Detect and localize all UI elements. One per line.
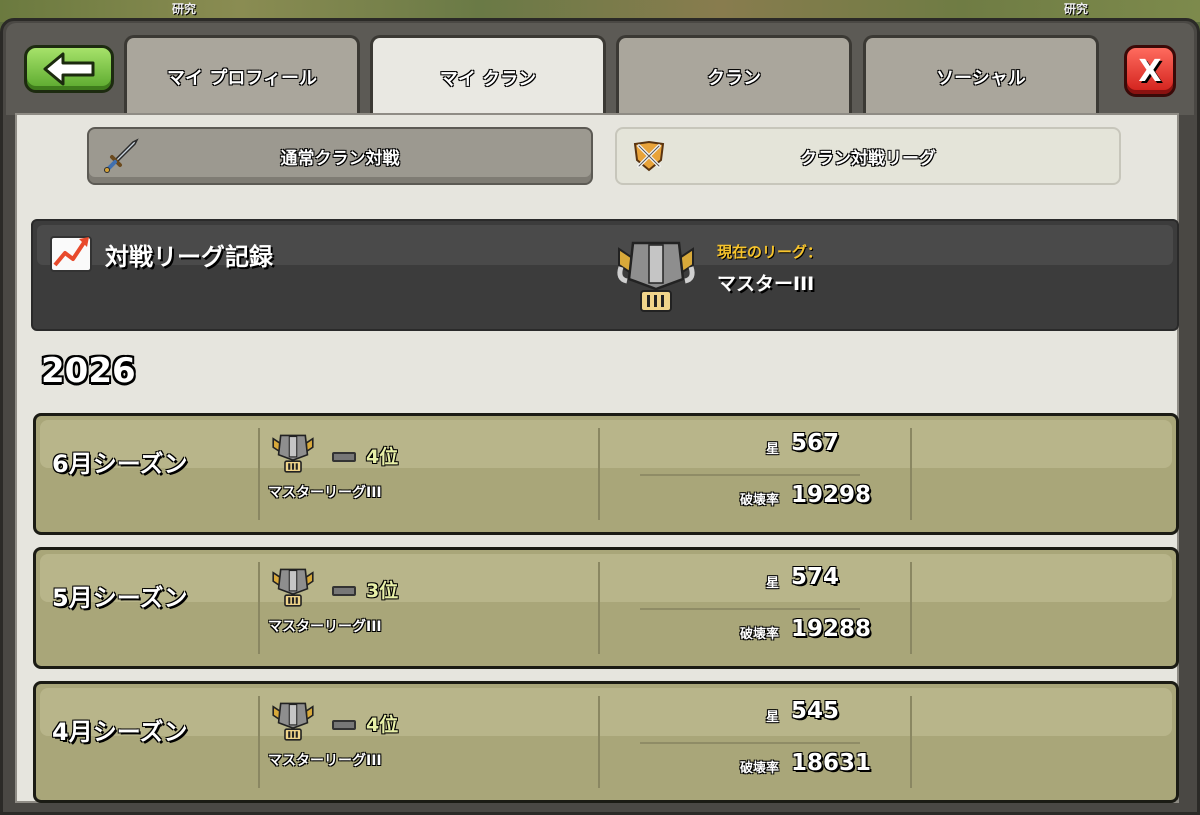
divider	[598, 428, 600, 520]
season-name: 6月シーズン	[52, 450, 188, 478]
year-label: 2026	[41, 351, 136, 391]
rank-change-indicator	[332, 586, 356, 596]
crossed-swords-icon	[633, 140, 665, 172]
master-league-badge-icon	[272, 568, 314, 607]
destruction-label: 破壊率	[740, 627, 780, 642]
season-card: 6月シーズン 4位 マスターリーグIII 星 567 破壊率 19298	[33, 413, 1179, 535]
destruction-value: 19288	[791, 616, 872, 642]
divider	[598, 696, 600, 788]
league-record-title: 対戦リーグ記録	[105, 243, 273, 271]
season-rank: 3位	[366, 580, 399, 602]
stat-divider	[640, 608, 860, 610]
divider	[910, 696, 912, 788]
stars-label: 星	[766, 576, 780, 591]
stars-label: 星	[766, 442, 780, 457]
destruction-label: 破壊率	[740, 761, 780, 776]
season-name: 4月シーズン	[52, 718, 188, 746]
tab-clan[interactable]: クラン	[616, 35, 852, 115]
tab-label: ソーシャル	[936, 67, 1026, 89]
stars-label: 星	[766, 710, 780, 725]
stars-value: 567	[791, 430, 840, 456]
destruction-label: 破壊率	[740, 493, 780, 508]
rank-change-indicator	[332, 452, 356, 462]
tab-label: マイ クラン	[439, 68, 537, 90]
stars-value: 574	[791, 564, 840, 590]
destruction-value: 19298	[791, 482, 872, 508]
season-league-name: マスターリーグIII	[268, 753, 382, 769]
tab-social[interactable]: ソーシャル	[863, 35, 1099, 115]
divider	[258, 428, 260, 520]
stat-divider	[640, 474, 860, 476]
chart-icon	[50, 236, 92, 272]
tab-my-profile[interactable]: マイ プロフィール	[124, 35, 360, 115]
season-league-name: マスターリーグIII	[268, 485, 382, 501]
subtab-label: クラン対戦リーグ	[800, 148, 936, 169]
divider	[258, 696, 260, 788]
window-frame: マイ プロフィール マイ クラン クラン ソーシャル X 通常クラン対戦 クラン…	[0, 18, 1200, 815]
background-label-right: 研究	[1064, 2, 1089, 16]
tab-label: クラン	[707, 67, 761, 89]
subtab-war-league[interactable]: クラン対戦リーグ	[615, 127, 1121, 185]
master-league-badge-icon	[617, 241, 695, 312]
card-highlight	[40, 688, 1172, 736]
current-league-value: マスターIII	[717, 273, 815, 295]
close-icon: X	[1138, 53, 1162, 89]
card-highlight	[40, 554, 1172, 602]
stat-divider	[640, 742, 860, 744]
tab-my-clan[interactable]: マイ クラン	[370, 35, 606, 117]
background-label-left: 研究	[172, 2, 197, 16]
subtab-normal-war[interactable]: 通常クラン対戦	[87, 127, 593, 185]
master-league-badge-icon	[272, 702, 314, 741]
season-league-name: マスターリーグIII	[268, 619, 382, 635]
season-name: 5月シーズン	[52, 584, 188, 612]
sword-icon	[104, 138, 139, 173]
season-card: 4月シーズン 4位 マスターリーグIII 星 545 破壊率 18631	[33, 681, 1179, 803]
card-highlight	[40, 420, 1172, 468]
divider	[598, 562, 600, 654]
stars-value: 545	[791, 698, 840, 724]
destruction-value: 18631	[791, 750, 872, 776]
subtab-label: 通常クラン対戦	[280, 148, 400, 169]
back-button[interactable]	[24, 45, 114, 93]
season-rank: 4位	[366, 714, 399, 736]
league-record-header: 対戦リーグ記録 現在のリーグ： マスターIII	[31, 219, 1179, 331]
top-bar: マイ プロフィール マイ クラン クラン ソーシャル X	[6, 23, 1194, 117]
divider	[910, 428, 912, 520]
divider	[910, 562, 912, 654]
close-button[interactable]: X	[1124, 45, 1176, 97]
current-league-label: 現在のリーグ：	[717, 243, 823, 261]
divider	[258, 562, 260, 654]
season-card: 5月シーズン 3位 マスターリーグIII 星 574 破壊率 19288	[33, 547, 1179, 669]
season-rank: 4位	[366, 446, 399, 468]
tab-label: マイ プロフィール	[167, 67, 317, 89]
arrow-left-icon	[43, 52, 95, 86]
content-panel: 通常クラン対戦 クラン対戦リーグ 対戦リーグ記録 現在のリーグ： マスターIII…	[15, 113, 1179, 803]
master-league-badge-icon	[272, 434, 314, 473]
rank-change-indicator	[332, 720, 356, 730]
